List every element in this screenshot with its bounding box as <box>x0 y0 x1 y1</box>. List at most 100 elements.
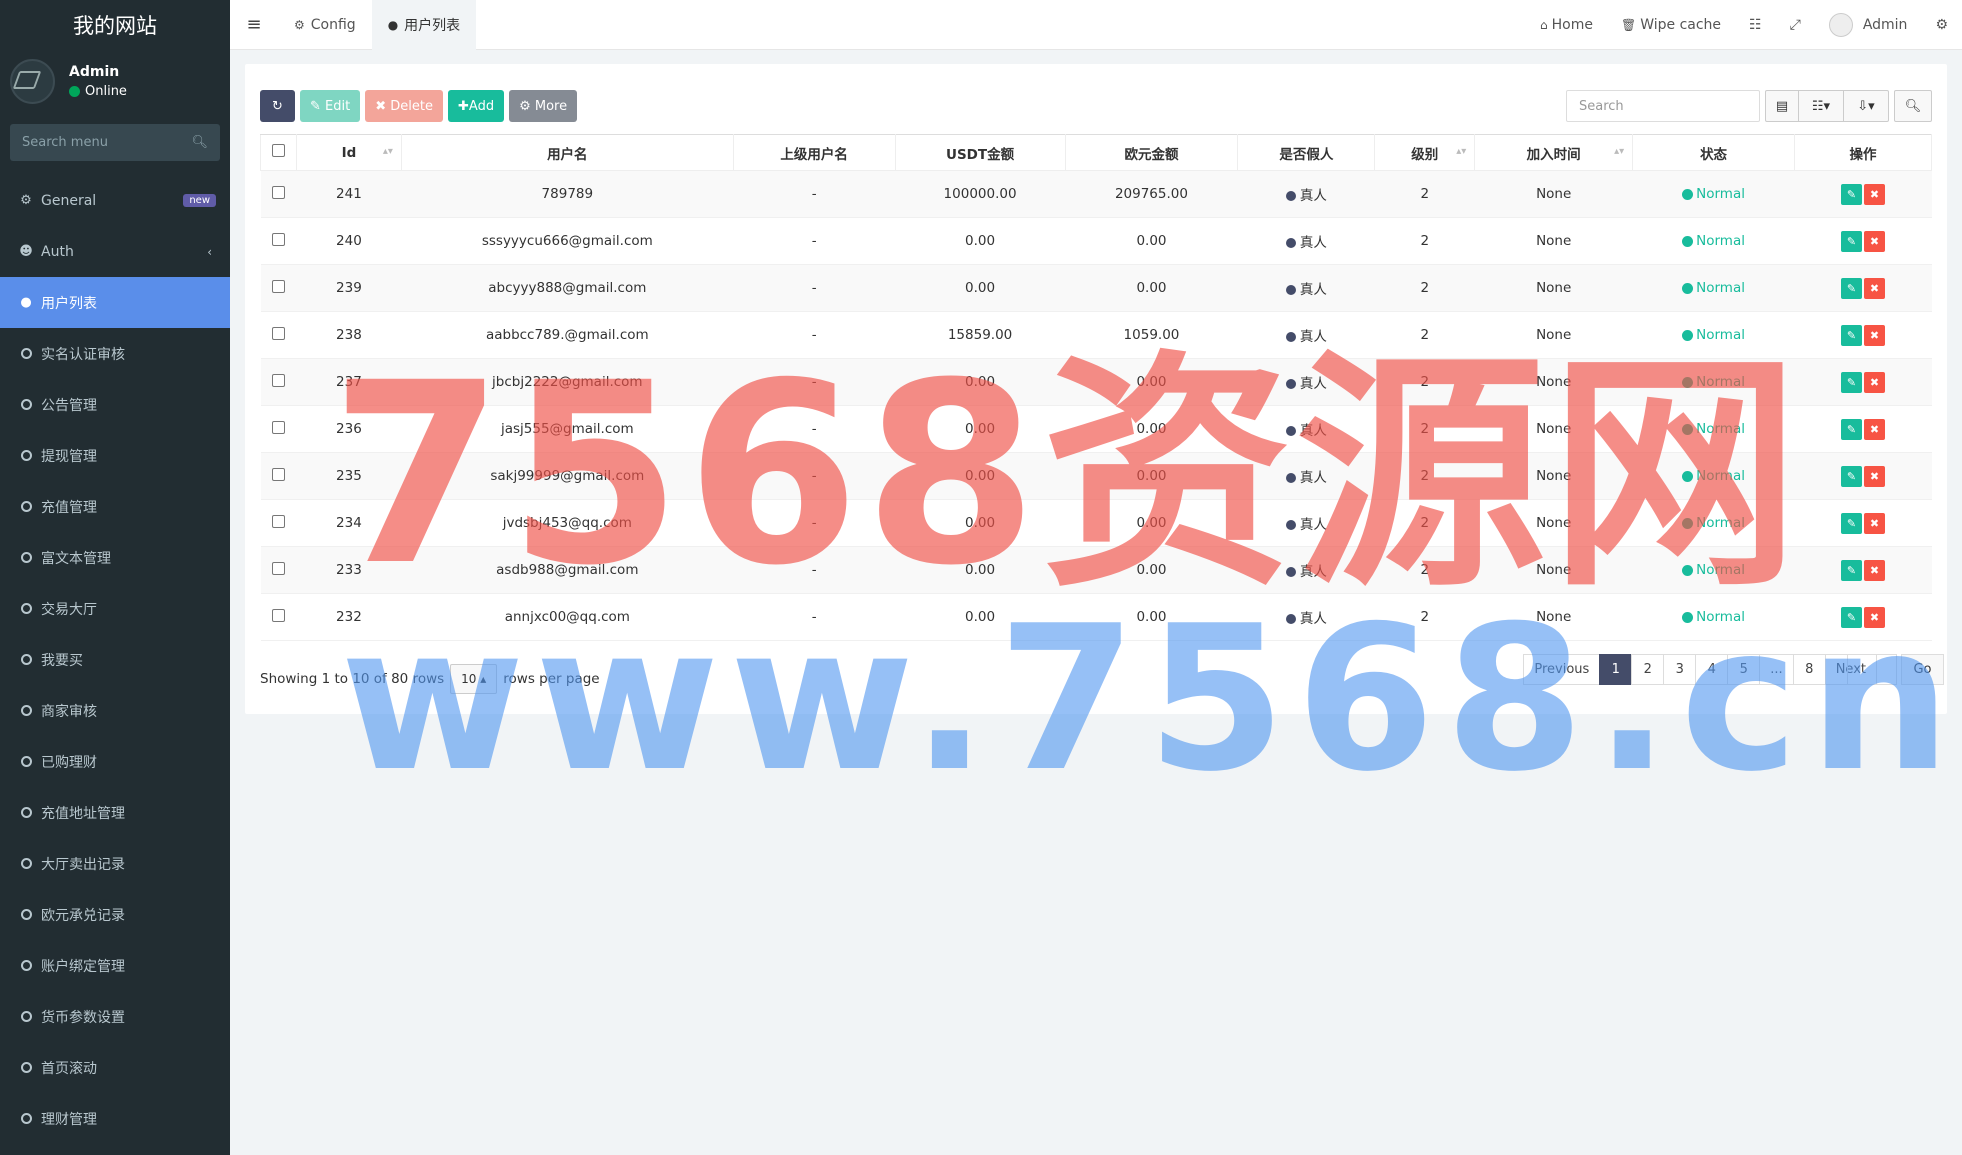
row-checkbox[interactable] <box>271 561 285 575</box>
sort-icon: ▴▾ <box>1456 146 1467 157</box>
column-label: 是否假人 <box>1279 146 1334 163</box>
sidebar-item-auth[interactable]: ☻ Auth ‹ <box>0 226 230 277</box>
row-checkbox[interactable] <box>271 232 285 246</box>
sidebar-item-euro-records[interactable]: 欧元承兑记录 <box>0 889 230 940</box>
status-label: Normal <box>1696 186 1745 202</box>
wipe-cache-button[interactable]: 🗑︎ Wipe cache <box>1607 17 1735 33</box>
column-header-level[interactable]: 级别 ▴▾ <box>1374 134 1476 171</box>
row-edit-button[interactable]: ✎ <box>1841 277 1862 299</box>
row-edit-button[interactable]: ✎ <box>1841 512 1862 534</box>
circle-icon <box>20 960 32 971</box>
row-checkbox[interactable] <box>271 420 285 434</box>
row-delete-button[interactable]: ✖ <box>1864 465 1885 487</box>
row-edit-button[interactable]: ✎ <box>1841 230 1862 252</box>
trash-icon: 🗑︎ <box>1620 17 1637 32</box>
sidebar-item-recharge-address[interactable]: 充值地址管理 <box>0 787 230 838</box>
export-button[interactable]: ⇩▾ <box>1843 90 1889 122</box>
table-search-input[interactable]: Search <box>1566 90 1760 122</box>
sidebar-item-verification[interactable]: 实名认证审核 <box>0 328 230 379</box>
sidebar-item-announcements[interactable]: 公告管理 <box>0 379 230 430</box>
language-icon[interactable]: ☷ <box>1735 17 1776 33</box>
table-row[interactable]: 241 789789-100000.00 209765.00 真人 2 None Norma… <box>260 170 1932 218</box>
row-edit-button[interactable]: ✎ <box>1841 418 1862 440</box>
select-all-checkbox[interactable] <box>271 144 285 157</box>
tab-user-list[interactable]: ● 用户列表 <box>371 0 477 50</box>
row-checkbox[interactable] <box>271 373 285 387</box>
tab-config[interactable]: ⚙ Config <box>278 0 372 50</box>
row-select-cell <box>260 499 297 547</box>
table-row[interactable]: 240 sssyyycu666@gmail.com -0.00 0.00 真人 2 None… <box>260 217 1932 265</box>
cell-level: 2 <box>1374 217 1475 265</box>
row-checkbox[interactable] <box>271 514 285 528</box>
sidebar-item-withdrawals[interactable]: 提现管理 <box>0 430 230 481</box>
row-delete-button[interactable]: ✖ <box>1864 418 1885 440</box>
row-edit-button[interactable]: ✎ <box>1841 324 1862 346</box>
row-checkbox[interactable] <box>271 185 285 199</box>
cell-parent: - <box>733 170 896 218</box>
edit-label: Edit <box>325 98 351 114</box>
row-delete-button[interactable]: ✖ <box>1864 559 1885 581</box>
sidebar-item-label: 富文本管理 <box>41 550 111 567</box>
refresh-button[interactable]: ↻ <box>260 90 295 122</box>
row-delete-button[interactable]: ✖ <box>1864 324 1885 346</box>
search-icon: 🔍︎ <box>1904 98 1922 114</box>
column-header-id[interactable]: Id ▴▾ <box>295 134 402 171</box>
status-dot-icon <box>1682 282 1694 294</box>
more-button[interactable]: ⚙ More <box>509 90 578 122</box>
admin-menu[interactable]: Admin <box>1815 12 1922 37</box>
row-delete-button[interactable]: ✖ <box>1864 230 1885 252</box>
menu-toggle-icon[interactable]: ≡ <box>230 14 278 35</box>
table-row[interactable]: 239 abcyyy888@gmail.com -0.00 0.00 真人 2 None No… <box>260 264 1932 312</box>
row-checkbox[interactable] <box>271 467 285 481</box>
row-edit-button[interactable]: ✎ <box>1841 371 1862 393</box>
column-label: USDT金额 <box>946 146 1015 163</box>
sidebar-item-purchased-finance[interactable]: 已购理财 <box>0 736 230 787</box>
row-select-cell <box>260 217 297 265</box>
sidebar-item-general[interactable]: ⚙ General new <box>0 175 230 226</box>
status-dot-icon <box>1682 235 1694 247</box>
column-header-joined[interactable]: 加入时间 ▴▾ <box>1474 134 1634 171</box>
row-checkbox[interactable] <box>271 279 285 293</box>
sidebar-item-merchant-review[interactable]: 商家审核 <box>0 685 230 736</box>
sidebar-item-account-binding[interactable]: 账户绑定管理 <box>0 940 230 991</box>
sidebar-item-recharge[interactable]: 充值管理 <box>0 481 230 532</box>
sidebar-item-richtext[interactable]: 富文本管理 <box>0 532 230 583</box>
columns-button[interactable]: ☷▾ <box>1798 90 1844 122</box>
column-label: 级别 <box>1411 146 1439 163</box>
cell-actions: ✎ ✖ <box>1794 499 1932 547</box>
sidebar-item-hall-sell-records[interactable]: 大厅卖出记录 <box>0 838 230 889</box>
sidebar-item-home-scroll[interactable]: 首页滚动 <box>0 1042 230 1093</box>
row-edit-button[interactable]: ✎ <box>1841 559 1862 581</box>
row-delete-button[interactable]: ✖ <box>1864 512 1885 534</box>
toggle-view-button[interactable]: ▤ <box>1765 90 1799 122</box>
fullscreen-icon[interactable]: ⤢ <box>1776 17 1815 33</box>
sidebar-item-trading-hall[interactable]: 交易大厅 <box>0 583 230 634</box>
home-link[interactable]: ⌂ Home <box>1526 17 1607 33</box>
edit-button[interactable]: ✎ Edit <box>300 90 361 122</box>
settings-icon[interactable]: ⚙ <box>1921 17 1962 33</box>
row-delete-button[interactable]: ✖ <box>1864 277 1885 299</box>
cell-joined: None <box>1474 170 1633 218</box>
search-icon[interactable]: 🔍︎ <box>191 135 208 150</box>
menu-search-input[interactable]: Search menu 🔍︎ <box>10 124 220 161</box>
sidebar-item-user-list[interactable]: ● 用户列表 <box>0 277 230 328</box>
site-logo[interactable]: 我的网站 <box>0 0 230 50</box>
row-checkbox[interactable] <box>271 326 285 340</box>
row-checkbox[interactable] <box>271 608 285 622</box>
advanced-search-button[interactable]: 🔍︎ <box>1894 90 1932 122</box>
add-button[interactable]: ✚ Add <box>448 90 505 122</box>
row-edit-button[interactable]: ✎ <box>1841 465 1862 487</box>
chevron-left-icon: ‹ <box>207 244 212 259</box>
delete-button[interactable]: ✖ Delete <box>365 90 443 122</box>
row-edit-button[interactable]: ✎ <box>1841 183 1862 205</box>
sidebar-item-label: 公告管理 <box>41 397 97 414</box>
sidebar-item-finance-management[interactable]: 理财管理 <box>0 1093 230 1144</box>
circle-icon <box>20 909 32 920</box>
sidebar-item-buy[interactable]: 我要买 <box>0 634 230 685</box>
add-label: Add <box>468 98 495 114</box>
circle-icon <box>20 807 32 818</box>
row-delete-button[interactable]: ✖ <box>1864 183 1885 205</box>
row-delete-button[interactable]: ✖ <box>1864 371 1885 393</box>
sidebar-item-currency-params[interactable]: 货币参数设置 <box>0 991 230 1042</box>
wipe-cache-label: Wipe cache <box>1640 16 1722 33</box>
